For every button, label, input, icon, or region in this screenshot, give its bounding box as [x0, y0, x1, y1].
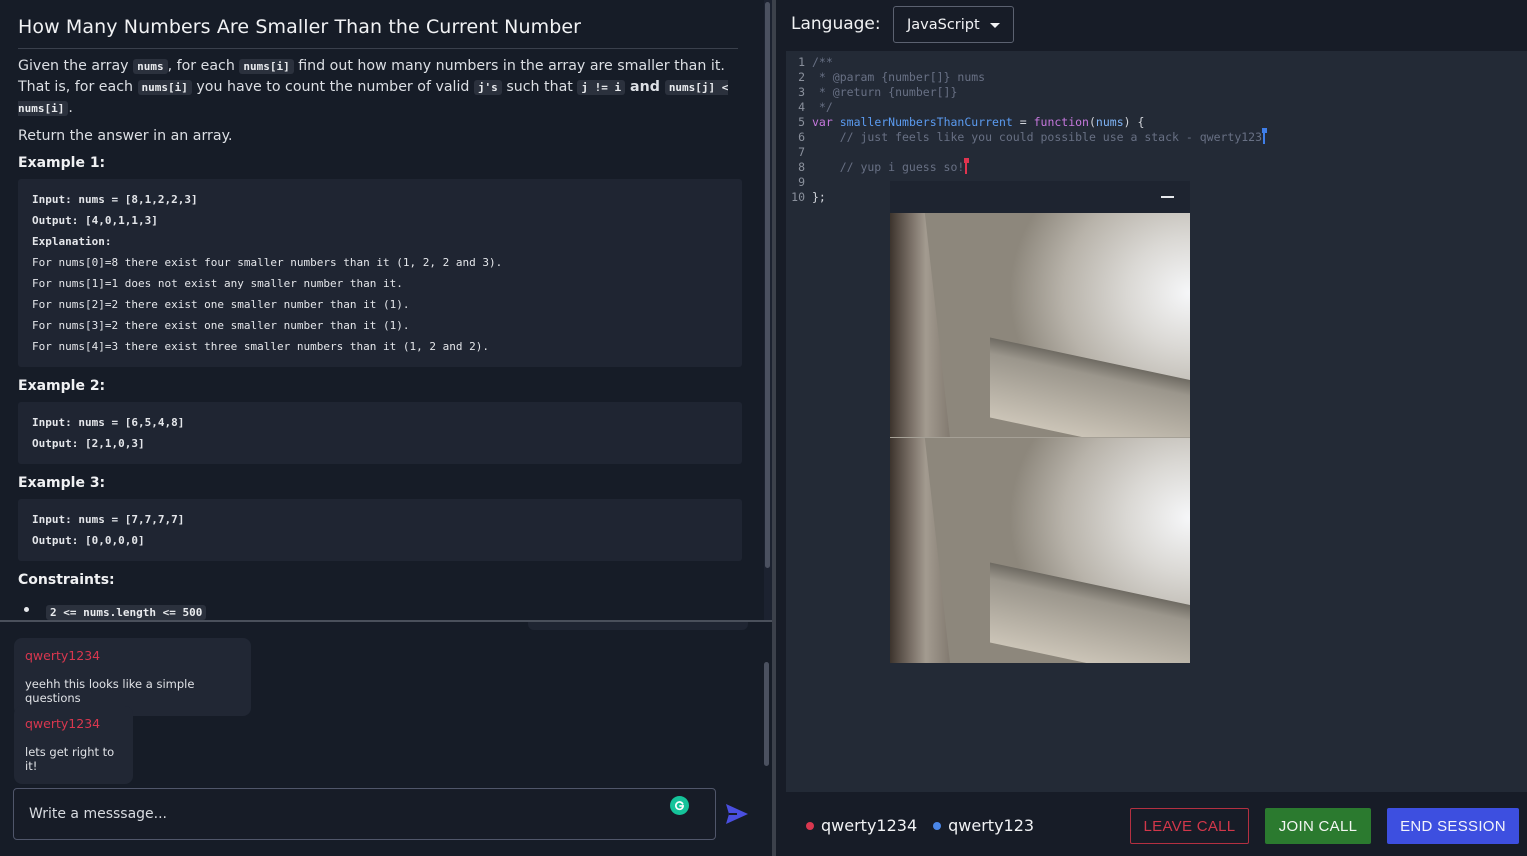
language-label: Language: — [791, 14, 881, 34]
remote-cursor-qwerty123 — [1262, 128, 1268, 144]
inline-code: nums — [133, 59, 168, 74]
code-line: 6 // just feels like you could possible … — [786, 128, 1268, 145]
example-line: Input: nums = [6,5,4,8] — [32, 416, 185, 429]
chat-text: lets get right to it! — [25, 745, 115, 773]
language-select[interactable]: JavaScript — [893, 6, 1014, 43]
leave-call-button[interactable]: LEAVE CALL — [1130, 808, 1249, 844]
inline-code: 2 <= nums.length <= 500 — [46, 605, 207, 620]
caret-down-icon — [990, 23, 1000, 28]
statement-text: . — [68, 100, 73, 116]
scrollbar-thumb[interactable] — [765, 2, 770, 568]
participant-dot — [933, 821, 942, 830]
send-icon[interactable] — [725, 803, 749, 825]
example-line: For nums[2]=2 there exist one smaller nu… — [32, 298, 410, 311]
chat-message: qwerty1234 lets get right to it! — [14, 706, 133, 784]
participants: qwerty1234 qwerty123 — [806, 816, 1034, 835]
constraint-item: 2 <= nums.length <= 500 — [18, 601, 742, 620]
problem-statement: Given the array nums, for each nums[i] f… — [18, 56, 742, 119]
code-line: 3 * @return {number[]} — [798, 85, 958, 99]
code-line: 5 var smallerNumbersThanCurrent = functio… — [798, 115, 1145, 129]
inline-code: nums[i] — [239, 59, 294, 74]
chat-message-input[interactable] — [29, 806, 700, 822]
editor-panel: Language: JavaScript 1/** 2 * @param {nu… — [776, 0, 1527, 856]
participant-name: qwerty1234 — [821, 816, 918, 835]
end-session-button[interactable]: END SESSION — [1387, 808, 1519, 844]
video-call-window[interactable] — [890, 181, 1190, 663]
grammarly-icon[interactable] — [670, 796, 689, 815]
example-heading: Example 2: — [18, 378, 106, 394]
code-line: 8 // yup i guess so! — [786, 158, 970, 175]
example-line: For nums[3]=2 there exist one smaller nu… — [32, 319, 410, 332]
statement-text: such that — [501, 79, 578, 95]
statement-text: Given the array — [18, 58, 134, 74]
problem-panel: How Many Numbers Are Smaller Than the Cu… — [0, 0, 772, 856]
problem-scrollbar[interactable] — [764, 0, 772, 620]
language-value: JavaScript — [907, 16, 980, 33]
example-line: For nums[0]=8 there exist four smaller n… — [32, 256, 503, 269]
chat-input-box[interactable] — [13, 788, 716, 840]
remote-cursor-qwerty1234 — [964, 158, 970, 174]
chat-message-partial — [528, 622, 748, 630]
participant-dot — [806, 821, 814, 830]
statement-text: you have to count the number of valid — [191, 79, 474, 95]
chat-message: qwerty1234 yeehh this looks like a simpl… — [14, 638, 251, 716]
chat-username: qwerty1234 — [25, 716, 101, 731]
chat-text: yeehh this looks like a simple questions — [25, 677, 195, 705]
example-block: Input: nums = [7,7,7,7] Output: [0,0,0,0… — [18, 499, 742, 561]
inline-code: j != i — [577, 80, 626, 95]
problem-description: How Many Numbers Are Smaller Than the Cu… — [0, 0, 764, 620]
constraints-list: 2 <= nums.length <= 500 — [18, 601, 742, 620]
chat-scrollbar-thumb[interactable] — [764, 662, 769, 766]
example-line: For nums[1]=1 does not exist any smaller… — [32, 277, 403, 290]
example-block: Input: nums = [6,5,4,8] Output: [2,1,0,3… — [18, 402, 742, 464]
example-heading: Example 1: — [18, 155, 106, 171]
code-line: 10}; — [791, 190, 826, 204]
video-feed-local — [890, 438, 1190, 663]
code-line: 4 */ — [798, 100, 833, 114]
code-line: 1/** — [798, 55, 833, 69]
statement-text: and — [625, 79, 665, 95]
code-line: 9 — [798, 175, 805, 189]
inline-code: j's — [473, 80, 502, 95]
example-line: Input: nums = [8,1,2,2,3] — [32, 193, 198, 206]
video-feed-remote — [890, 213, 1190, 438]
example-line: For nums[4]=3 there exist three smaller … — [32, 340, 489, 353]
example-line: Output: [0,0,0,0] — [32, 534, 145, 547]
example-block: Input: nums = [8,1,2,2,3] Output: [4,0,1… — [18, 179, 742, 367]
participant-name: qwerty123 — [948, 816, 1035, 835]
example-line: Output: [2,1,0,3] — [32, 437, 145, 450]
video-titlebar[interactable] — [890, 181, 1190, 213]
return-text: Return the answer in an array. — [18, 128, 233, 144]
example-line: Input: nums = [7,7,7,7] — [32, 513, 185, 526]
example-line: Output: [4,0,1,1,3] — [32, 214, 158, 227]
statement-text: , for each — [167, 58, 240, 74]
inline-code: nums[i] — [137, 80, 192, 95]
chat-username: qwerty1234 — [25, 648, 101, 663]
minimize-icon[interactable] — [1161, 196, 1174, 198]
example-line: Explanation: — [32, 235, 112, 248]
join-call-button[interactable]: JOIN CALL — [1265, 808, 1371, 844]
problem-title: How Many Numbers Are Smaller Than the Cu… — [18, 16, 738, 49]
code-line: 2 * @param {number[]} nums — [798, 70, 986, 84]
code-line: 7 — [798, 145, 805, 159]
constraints-heading: Constraints: — [18, 572, 115, 588]
example-heading: Example 3: — [18, 475, 106, 491]
